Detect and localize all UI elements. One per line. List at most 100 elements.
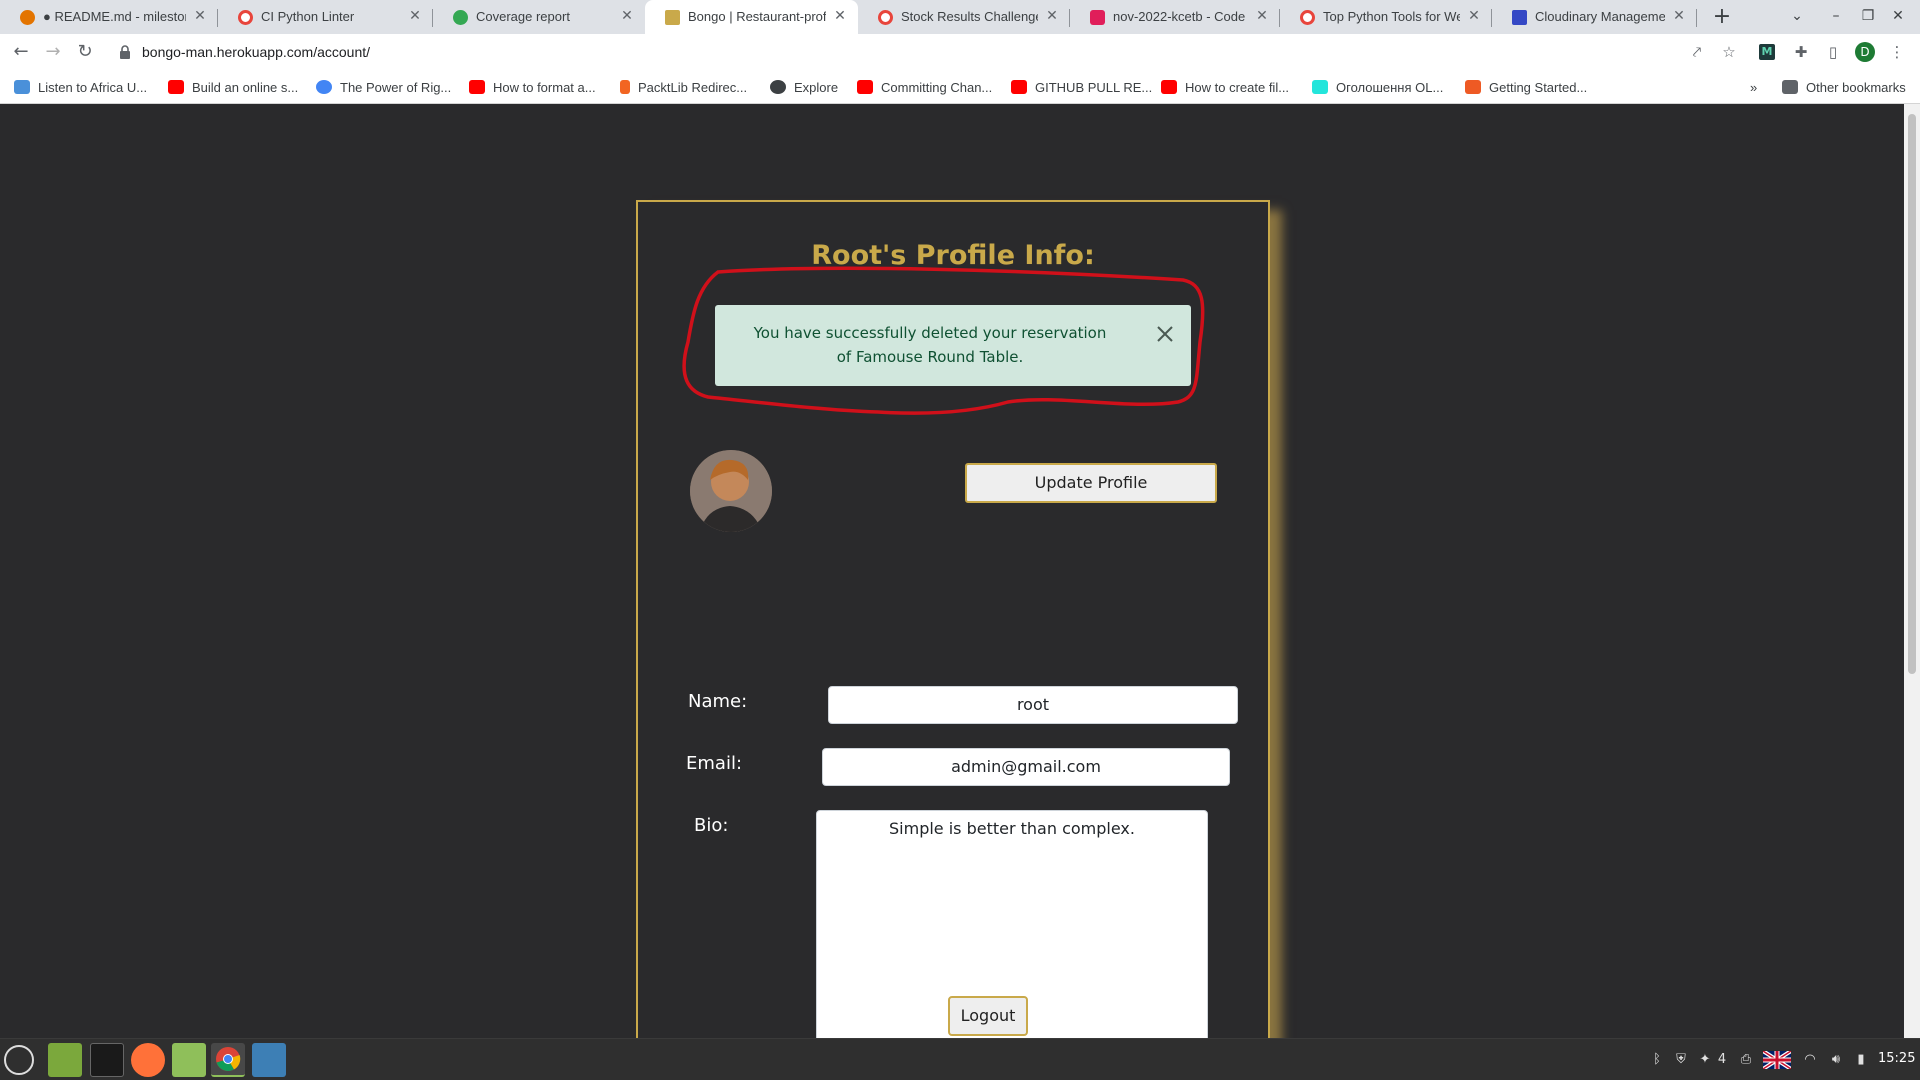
bookmark-item[interactable]: Listen to Africa U... — [14, 79, 147, 95]
tab-coverage-report[interactable]: Coverage report ✕ — [433, 0, 645, 34]
profile-card: Root's Profile Info: You have successful… — [636, 200, 1270, 1038]
tab-close-icon[interactable]: ✕ — [1044, 8, 1060, 24]
email-field[interactable]: admin@gmail.com — [822, 748, 1230, 786]
bookmark-item[interactable]: Оголошення OL... — [1312, 79, 1443, 95]
bookmark-label: Other bookmarks — [1806, 79, 1906, 95]
mint-menu-icon[interactable] — [4, 1045, 34, 1075]
bookmark-label: The Power of Rig... — [340, 79, 452, 95]
back-arrow-icon[interactable]: ← — [10, 41, 32, 63]
bookmark-label: Оголошення OL... — [1336, 79, 1444, 95]
tab-separator — [1696, 9, 1697, 27]
minimize-icon[interactable]: – — [1827, 7, 1845, 25]
bookmark-item[interactable]: How to format a... — [469, 79, 596, 95]
youtube-icon — [857, 80, 873, 94]
bookmark-favicon-icon — [14, 80, 30, 94]
bio-text: Simple is better than complex. — [889, 819, 1135, 838]
tab-close-icon[interactable]: ✕ — [407, 8, 423, 24]
tab-nov-2022-kcetb[interactable]: nov-2022-kcetb - Code In ✕ — [1070, 0, 1280, 34]
tab-stock-results[interactable]: Stock Results Challenge ✕ — [858, 0, 1070, 34]
browser-toolbar: ← → ↻ bongo-man.herokuapp.com/account/ ⤤… — [0, 34, 1920, 70]
share-icon[interactable]: ⤤ — [1687, 42, 1707, 62]
avatar-photo — [690, 450, 772, 532]
tab-close-icon[interactable]: ✕ — [619, 8, 635, 24]
bookmark-label: Listen to Africa U... — [38, 79, 148, 95]
bookmark-label: How to format a... — [493, 79, 596, 95]
side-panel-icon[interactable]: ▯ — [1823, 42, 1843, 62]
clock[interactable]: 15:25 — [1878, 1051, 1915, 1066]
bio-label: Bio: — [694, 815, 729, 836]
terminal-icon[interactable] — [90, 1043, 124, 1077]
bookmark-item[interactable]: How to create fil... — [1161, 79, 1289, 95]
olx-icon — [1312, 80, 1328, 94]
files-folder-icon[interactable] — [172, 1043, 206, 1077]
volume-icon[interactable]: 🔊︎ — [1827, 1051, 1845, 1069]
notifications-icon[interactable]: ✦ — [1697, 1051, 1713, 1069]
tab-close-icon[interactable]: ✕ — [1466, 8, 1482, 24]
bookmark-star-icon[interactable]: ☆ — [1719, 42, 1739, 62]
wifi-icon[interactable]: ◠ — [1801, 1051, 1819, 1069]
bookmark-item[interactable]: GITHUB PULL RE... — [1011, 79, 1152, 95]
extensions-puzzle-icon[interactable]: ✚ — [1791, 42, 1811, 62]
shield-icon[interactable]: ⛨ — [1673, 1051, 1689, 1069]
bookmark-label: Explore — [794, 79, 839, 95]
tab-bongo-restaurant-profile[interactable]: Bongo | Restaurant-profile ✕ — [645, 0, 858, 34]
bluetooth-icon[interactable]: ᛒ — [1649, 1051, 1665, 1069]
tab-close-icon[interactable]: ✕ — [192, 8, 208, 24]
bookmark-item[interactable]: PacktLib Redirec... — [620, 79, 747, 95]
tab-close-icon[interactable]: ✕ — [1254, 8, 1270, 24]
reload-icon[interactable]: ↻ — [74, 41, 96, 63]
bookmark-label: How to create fil... — [1185, 79, 1290, 95]
url-text[interactable]: bongo-man.herokuapp.com/account/ — [142, 44, 370, 60]
tab-search-chevron-icon[interactable]: ⌄ — [1788, 7, 1806, 25]
tab-readme[interactable]: ● README.md - milestone ✕ — [0, 0, 218, 34]
youtube-icon — [1011, 80, 1027, 94]
google-icon — [316, 80, 332, 94]
close-window-icon[interactable]: ✕ — [1889, 7, 1907, 25]
tab-top-python-tools[interactable]: Top Python Tools for We ✕ — [1280, 0, 1492, 34]
bookmark-item[interactable]: Build an online s... — [168, 79, 298, 95]
browser-tab-strip: ● README.md - milestone ✕ CI Python Lint… — [0, 0, 1920, 34]
bookmark-label: Build an online s... — [192, 79, 299, 95]
lock-icon — [120, 45, 130, 59]
scrollbar-thumb[interactable] — [1908, 114, 1916, 674]
ci-favicon-icon — [878, 10, 893, 25]
forward-arrow-icon[interactable]: → — [42, 41, 64, 63]
bookmark-item[interactable]: Getting Started... — [1465, 79, 1587, 95]
uk-flag-icon[interactable] — [1761, 1049, 1793, 1071]
bookmark-item[interactable]: The Power of Rig... — [316, 79, 451, 95]
show-desktop-icon[interactable] — [48, 1043, 82, 1077]
annotation-circle — [682, 266, 1205, 415]
uk-flag-graphic — [1761, 1049, 1793, 1071]
ci-favicon-icon — [1300, 10, 1315, 25]
profile-avatar[interactable]: D — [1855, 42, 1875, 62]
tab-close-icon[interactable]: ✕ — [1671, 8, 1687, 24]
bookmark-label: Committing Chan... — [881, 79, 993, 95]
bookmarks-bar: Listen to Africa U... Build an online s.… — [0, 70, 1920, 104]
bookmark-label: PacktLib Redirec... — [638, 79, 748, 95]
new-tab-button[interactable]: + — [1710, 5, 1734, 29]
chrome-taskbar-icon[interactable] — [211, 1043, 245, 1077]
tab-close-icon[interactable]: ✕ — [832, 8, 848, 24]
page-scrollbar[interactable] — [1904, 104, 1920, 1038]
bookmark-item[interactable]: Explore — [770, 79, 838, 95]
extension-m-icon[interactable]: M — [1759, 44, 1775, 60]
update-profile-button[interactable]: Update Profile — [965, 463, 1217, 503]
firefox-icon[interactable] — [131, 1043, 165, 1077]
battery-icon[interactable]: ▮ — [1852, 1051, 1870, 1069]
tab-ci-python-linter[interactable]: CI Python Linter ✕ — [218, 0, 433, 34]
name-field[interactable]: root — [828, 686, 1238, 724]
other-bookmarks-folder[interactable]: Other bookmarks — [1782, 79, 1906, 95]
address-bar[interactable]: bongo-man.herokuapp.com/account/ — [108, 37, 1788, 67]
chrome-logo-icon — [216, 1047, 241, 1071]
packt-icon — [620, 80, 630, 94]
restore-icon[interactable]: ❐ — [1859, 7, 1877, 25]
bookmark-item[interactable]: Committing Chan... — [857, 79, 992, 95]
printer-icon[interactable]: ⎙ — [1737, 1051, 1755, 1069]
text-editor-icon[interactable] — [252, 1043, 286, 1077]
chrome-menu-icon[interactable]: ⋮ — [1887, 42, 1907, 62]
tab-cloudinary[interactable]: Cloudinary Management ✕ — [1492, 0, 1697, 34]
tab-title: Stock Results Challenge — [901, 9, 1038, 24]
bookmarks-overflow-button[interactable]: » — [1750, 79, 1757, 95]
logout-button[interactable]: Logout — [948, 996, 1028, 1036]
tab-title: Coverage report — [476, 9, 570, 24]
